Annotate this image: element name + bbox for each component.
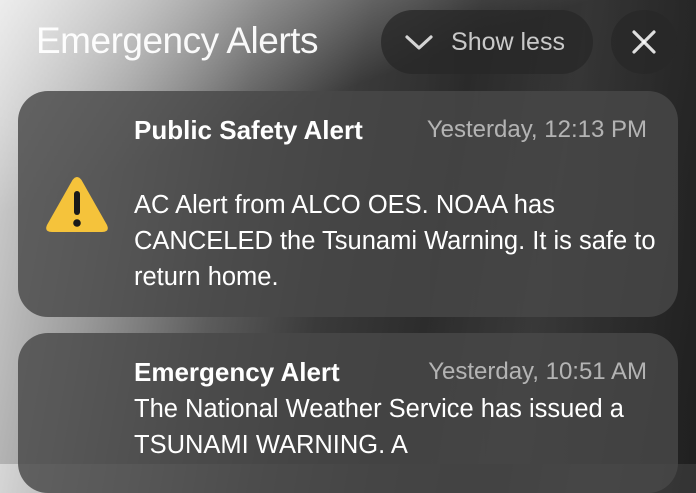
show-less-button[interactable]: Show less: [381, 10, 593, 74]
page-title: Emergency Alerts: [36, 20, 318, 61]
notification-timestamp: Yesterday, 10:51 AM: [428, 358, 647, 385]
notification-title: Public Safety Alert: [134, 115, 363, 145]
chevron-down-icon: [405, 35, 433, 50]
notification-message: The National Weather Service has issued …: [134, 395, 624, 459]
notification-timestamp: Yesterday, 12:13 PM: [426, 116, 647, 143]
show-less-label: Show less: [451, 27, 565, 56]
warning-icon: [46, 177, 108, 232]
close-icon: [632, 30, 656, 54]
notification-card[interactable]: Public Safety Alert Yesterday, 12:13 PM …: [18, 91, 678, 317]
close-button[interactable]: [611, 10, 677, 74]
notification-title: Emergency Alert: [134, 357, 340, 387]
notification-message: AC Alert from ALCO OES. NOAA has CANCELE…: [134, 191, 656, 291]
notification-card[interactable]: Emergency Alert Yesterday, 10:51 AM The …: [18, 333, 678, 493]
